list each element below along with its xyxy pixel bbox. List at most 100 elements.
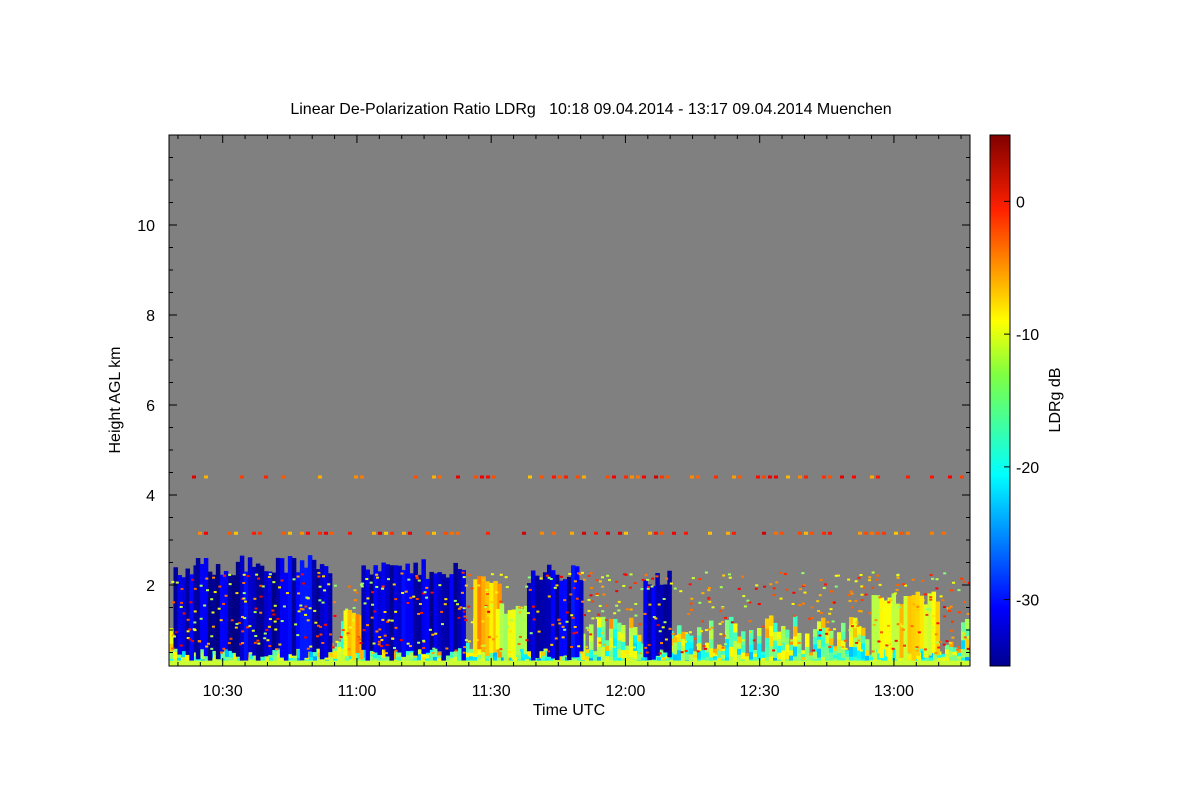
ground-layer-cell	[761, 657, 766, 661]
cloud-feature-cell	[389, 565, 394, 662]
speckle	[921, 599, 925, 602]
speckle	[544, 648, 548, 651]
aerosol-layer-dot	[348, 531, 352, 535]
speckle	[857, 639, 861, 642]
ground-layer-cell	[621, 624, 626, 634]
speckle	[477, 584, 481, 587]
speckle	[691, 577, 695, 580]
speckle	[891, 647, 895, 650]
speckle	[737, 587, 741, 590]
speckle	[274, 628, 278, 631]
speckle	[719, 586, 723, 589]
ground-layer-cell	[265, 656, 270, 661]
ground-layer-cell	[605, 645, 610, 652]
speckle	[391, 637, 395, 640]
ground-layer-cell	[673, 653, 678, 661]
speckle	[276, 617, 280, 620]
speckle	[707, 587, 711, 590]
speckle	[300, 573, 304, 576]
y-axis-label: Height AGL km	[107, 346, 124, 453]
cloud-feature-cell	[267, 571, 273, 655]
x-tick-label: 11:30	[472, 683, 511, 700]
ground-layer-cell	[469, 648, 474, 653]
ground-layer-cell	[173, 655, 178, 660]
speckle	[527, 576, 531, 579]
speckle	[319, 633, 323, 636]
cloud-feature-cell	[899, 604, 905, 658]
speckle	[928, 608, 932, 611]
speckle	[422, 647, 426, 650]
ground-layer-cell	[825, 650, 830, 659]
aerosol-layer-dot	[804, 475, 808, 479]
aerosol-layer-dot	[432, 531, 436, 535]
ground-layer-cell	[729, 646, 734, 657]
speckle	[505, 586, 509, 589]
aerosol-layer-dot	[432, 475, 436, 479]
ground-layer-cell	[853, 646, 858, 657]
speckle	[962, 580, 966, 583]
aerosol-layer-dot	[786, 475, 790, 479]
speckle	[719, 649, 723, 652]
speckle	[941, 599, 945, 602]
speckle	[191, 578, 195, 581]
speckle	[529, 632, 533, 635]
speckle	[563, 599, 567, 602]
speckle	[859, 574, 863, 577]
speckle	[727, 573, 731, 576]
speckle	[365, 578, 369, 581]
speckle	[464, 619, 468, 622]
speckle	[357, 635, 361, 638]
ground-layer-cell	[589, 649, 594, 659]
ground-layer-cell	[681, 631, 686, 640]
speckle	[551, 623, 555, 626]
speckle	[948, 651, 952, 654]
speckle	[577, 645, 581, 648]
speckle	[707, 589, 711, 592]
speckle	[628, 586, 632, 589]
speckle	[573, 626, 577, 629]
ground-layer-cell	[621, 649, 626, 659]
speckle	[854, 580, 858, 583]
speckle	[665, 577, 669, 580]
speckle	[172, 635, 176, 638]
aerosol-layer-dot	[522, 531, 526, 535]
speckle	[938, 641, 942, 644]
speckle	[801, 572, 805, 575]
cloud-feature-cell	[887, 597, 893, 662]
speckle	[484, 606, 488, 609]
speckle	[565, 611, 569, 614]
speckle	[675, 635, 679, 638]
speckle	[268, 573, 272, 576]
aerosol-layer-dot	[228, 531, 232, 535]
speckle	[685, 632, 689, 635]
aerosol-layer-dot	[618, 531, 622, 535]
ground-layer-cell	[477, 654, 482, 659]
cloud-feature-cell	[231, 575, 237, 653]
speckle	[948, 642, 952, 645]
speckle	[931, 577, 935, 580]
speckle	[306, 619, 310, 622]
speckle	[934, 633, 938, 636]
colorbar-gradient	[989, 134, 1011, 667]
speckle	[565, 620, 569, 623]
cloud-feature-cell	[263, 571, 269, 657]
speckle	[305, 596, 309, 599]
cloud-feature-cell	[663, 584, 668, 653]
speckle	[259, 611, 263, 614]
ground-layer-cell	[605, 650, 610, 657]
ground-layer-cell	[833, 650, 838, 655]
speckle	[510, 619, 514, 622]
speckle	[353, 589, 357, 592]
aerosol-layer-dot	[756, 475, 760, 479]
cloud-feature-cell	[453, 562, 458, 652]
speckle	[431, 633, 435, 636]
speckle	[671, 632, 675, 635]
ground-layer-cell	[945, 653, 950, 659]
ground-layer-cell	[857, 626, 862, 635]
speckle	[253, 611, 257, 614]
ground-layer-cell	[609, 628, 614, 639]
speckle	[698, 578, 702, 581]
aerosol-layer-dot	[192, 475, 196, 479]
aerosol-layer-dot	[414, 475, 418, 479]
speckle	[428, 628, 432, 631]
